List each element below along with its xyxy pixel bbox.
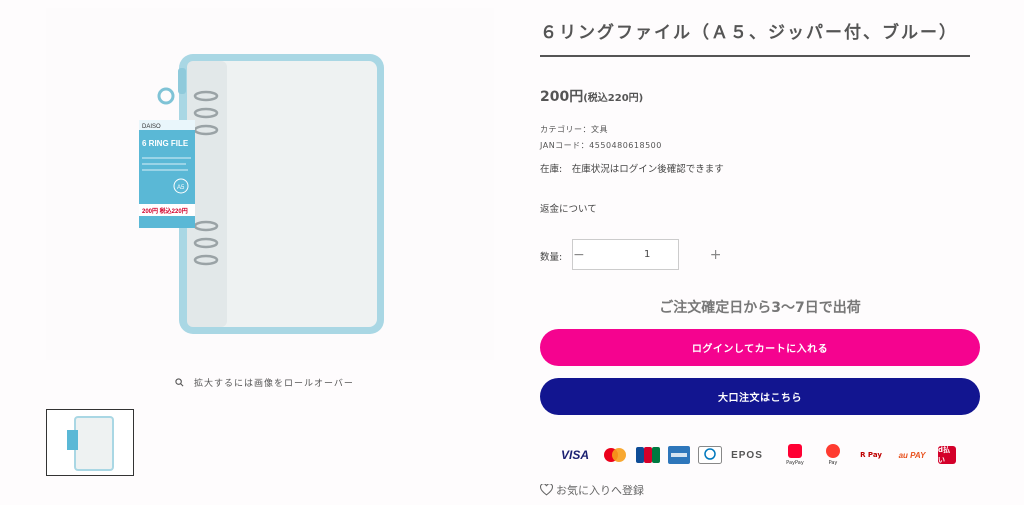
product-category: カテゴリー：文具 — [540, 125, 608, 134]
thumbnail-image — [67, 416, 114, 471]
package-price: 200円 税込220円 — [142, 207, 188, 215]
merpay-label: Pay — [828, 460, 838, 466]
quantity-decrease-button[interactable]: − — [573, 247, 585, 263]
price-value: 200円 — [540, 89, 584, 105]
jcb-logo — [636, 447, 660, 463]
magnifier-icon — [175, 378, 184, 387]
d-barai-logo: d払い — [938, 446, 956, 464]
rakuten-pay-logo: R Pay — [856, 442, 886, 468]
stock-status: 在庫: 在庫状況はログイン後確認できます — [540, 164, 724, 175]
visa-logo: VISA — [560, 448, 589, 462]
paypay-logo: PayPay — [780, 442, 810, 468]
paypay-label: PayPay — [786, 460, 804, 466]
zoom-hint-text: 拡大するには画像をロールオーバー — [194, 379, 354, 389]
product-main-image[interactable]: DAISO 6 RING FILE A5 200円 税込220円 — [46, 8, 494, 360]
package-title: 6 RING FILE — [142, 139, 189, 148]
zoom-hint: 拡大するには画像をロールオーバー — [175, 376, 354, 389]
quantity-stepper: − + — [572, 239, 721, 270]
product-price: 200円(税込220円) — [540, 86, 643, 106]
favorite-label: お気に入りへ登録 — [556, 484, 644, 497]
ring-binder-illustration: DAISO 6 RING FILE A5 200円 税込220円 — [139, 54, 384, 334]
rakuten-pay-label: R Pay — [860, 451, 882, 459]
epos-logo: EPOS — [731, 449, 763, 461]
shipping-note: ご注文確定日から3〜7日で出荷 — [659, 300, 861, 316]
quantity-label: 数量: — [540, 252, 563, 263]
mastercard-logo — [602, 447, 628, 463]
bulk-order-button[interactable]: 大口注文はこちら — [540, 378, 980, 415]
refund-link[interactable]: 返金について — [540, 201, 597, 215]
package-size: A5 — [177, 185, 185, 191]
quantity-input[interactable] — [584, 249, 710, 260]
quantity-increase-button[interactable]: + — [710, 247, 722, 263]
product-title: ６リングファイル（Ａ５、ジッパー付、ブルー） — [540, 18, 970, 57]
price-tax: (税込220円) — [583, 93, 644, 104]
product-jan-code: JANコード：4550480618500 — [540, 141, 662, 150]
merpay-logo: Pay — [818, 442, 848, 468]
login-add-to-cart-button[interactable]: ログインしてカートに入れる — [540, 329, 980, 366]
gallery-thumbnail[interactable] — [46, 409, 134, 476]
zipper-pull — [157, 87, 175, 105]
diners-logo — [698, 446, 722, 464]
payment-methods: VISA EPOS PayPay Pay R Pay au PAY d払い — [556, 442, 976, 468]
add-to-favorites[interactable]: お気に入りへ登録 — [540, 482, 644, 498]
aupay-logo: au PAY — [898, 450, 926, 460]
heart-icon — [540, 484, 553, 496]
amex-logo — [668, 446, 690, 464]
package-brand: DAISO — [142, 124, 161, 130]
